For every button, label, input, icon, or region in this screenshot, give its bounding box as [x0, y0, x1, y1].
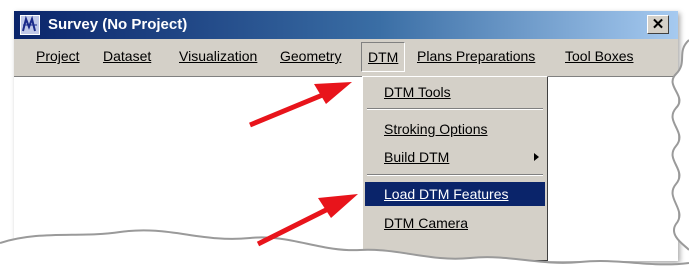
red-callout-arrow [249, 82, 352, 128]
screenshot-stage: Survey (No Project) ✕ Project Dataset Vi… [0, 0, 689, 275]
red-callout-arrows [249, 82, 358, 247]
red-callout-arrow [256, 194, 358, 247]
